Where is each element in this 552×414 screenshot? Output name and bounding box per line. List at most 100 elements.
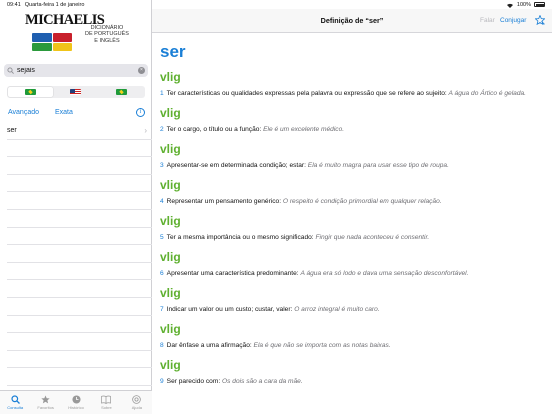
part-of-speech: vlig [160, 106, 181, 120]
search-bar: × [4, 64, 148, 77]
part-of-speech: vlig [160, 214, 181, 228]
definition-text: Dar ênfase a uma afirmação: [166, 342, 252, 349]
empty-row [7, 157, 152, 175]
conjugate-button[interactable]: Conjugar [500, 17, 526, 24]
tab-label: Sobre [101, 405, 112, 410]
definition: 3 Apresentar-se em determinada condição; … [160, 160, 548, 171]
exact-search-link[interactable]: Exata [55, 109, 73, 116]
language-option-en-pt[interactable] [53, 87, 98, 97]
definition: 1 Ter características ou qualidades expre… [160, 88, 548, 99]
tab-historico[interactable]: Histórico [61, 391, 91, 414]
tab-favoritos[interactable]: Favoritos [30, 391, 60, 414]
definition: 2 Ter o cargo, o título ou a função: Ele … [160, 124, 548, 135]
empty-row [7, 192, 152, 210]
battery-icon [534, 2, 545, 7]
definition-number: 9 [160, 378, 164, 385]
tab-sobre[interactable]: Sobre [91, 391, 121, 414]
chevron-right-icon: › [144, 126, 147, 135]
definition-content: ser vlig 1 Ter características ou qualida… [160, 38, 548, 408]
search-icon [7, 67, 14, 74]
part-of-speech: vlig [160, 70, 181, 84]
favorite-star-icon[interactable] [535, 15, 545, 25]
help-icon [132, 395, 142, 404]
definition-number: 8 [160, 342, 164, 349]
result-word: ser [7, 127, 17, 134]
definition-number: 7 [160, 306, 164, 313]
definition: 6 Apresentar uma característica predomina… [160, 268, 548, 279]
definition-example: A água era só lodo e dava uma sensação d… [300, 270, 469, 277]
part-of-speech: vlig [160, 322, 181, 336]
definition-text: Indicar um valor ou um custo; custar, va… [166, 306, 293, 313]
definition-text: Ter a mesma importância ou o mesmo signi… [166, 234, 314, 241]
definition-example: Ele é um excelente médico. [263, 126, 345, 133]
definition-text: Representar um pensamento genérico: [166, 198, 282, 205]
part-of-speech: vlig [160, 142, 181, 156]
definition-number: 4 [160, 198, 164, 205]
clock-icon [71, 395, 81, 404]
tab-label: Favoritos [37, 405, 54, 410]
definition-example: Fingir que nada aconteceu é consentir. [315, 234, 430, 241]
status-time: 09:41 [7, 1, 21, 8]
empty-row [7, 140, 152, 158]
definition: 8 Dar ênfase a uma afirmação: Ela é que n… [160, 340, 548, 351]
definition-number: 1 [160, 90, 164, 97]
michaelis-logo: MICHAELIS DICIONÁRIO DE PORTUGUÊS E INGL… [25, 12, 135, 56]
tab-label: Histórico [68, 405, 84, 410]
definition: 4 Representar um pensamento genérico: O r… [160, 196, 548, 207]
definition: 7 Indicar um valor ou um custo; custar, v… [160, 304, 548, 315]
definition: 5 Ter a mesma importância ou o mesmo sign… [160, 232, 548, 243]
navigation-bar: Definição de “ser” Falar Conjugar [152, 9, 552, 33]
part-of-speech: vlig [160, 358, 181, 372]
definition-text: Ser parecido com: [166, 378, 221, 385]
definition-example: O respeito é condição primordial em qual… [282, 198, 442, 205]
empty-row [7, 298, 152, 316]
logo-flags-icon [32, 33, 72, 51]
definition-number: 3 [160, 162, 164, 169]
language-option-pt-pt[interactable] [99, 87, 144, 97]
empty-row [7, 280, 152, 298]
definition-number: 2 [160, 126, 164, 133]
clear-search-icon[interactable]: × [138, 67, 145, 74]
battery-percent: 100% [516, 1, 531, 8]
usa-flag-icon [70, 89, 82, 95]
empty-row [7, 316, 152, 334]
definition-example: A água do Ártico é gelada. [448, 90, 527, 97]
brazil-flag-icon [115, 89, 127, 95]
info-icon[interactable]: i [136, 108, 145, 117]
search-input[interactable] [17, 67, 138, 74]
part-of-speech: vlig [160, 250, 181, 264]
definition-number: 5 [160, 234, 164, 241]
empty-row [7, 175, 152, 193]
list-item[interactable]: ser › [7, 122, 152, 140]
part-of-speech: vlig [160, 286, 181, 300]
results-list: ser › [0, 122, 152, 386]
star-icon [41, 395, 50, 404]
definition-number: 6 [160, 270, 164, 277]
definition: 9 Ser parecido com: Os dois são a cara da… [160, 376, 548, 387]
empty-row [7, 333, 152, 351]
tab-consulta[interactable]: Consulta [0, 391, 30, 414]
entry-word: ser [160, 42, 186, 61]
speak-button[interactable]: Falar [480, 17, 495, 24]
part-of-speech: vlig [160, 178, 181, 192]
language-direction-selector [7, 86, 145, 98]
advanced-search-link[interactable]: Avançado [8, 109, 39, 116]
definition-example: Ela é muito magra para usar esse tipo de… [307, 162, 449, 169]
tab-bar: Consulta Favoritos Histórico Sobre Ajuda [0, 390, 152, 414]
tab-label: Consulta [7, 405, 24, 410]
tab-ajuda[interactable]: Ajuda [122, 391, 152, 414]
empty-row [7, 351, 152, 369]
definition-text: Ter o cargo, o título ou a função: [166, 126, 262, 133]
language-option-pt-en[interactable] [8, 87, 54, 97]
logo-subtitle: DICIONÁRIO DE PORTUGUÊS E INGLÊS [85, 25, 129, 44]
status-bar: 09:41 Quarta-feira 1 de janeiro 100% [0, 0, 552, 9]
empty-row [7, 228, 152, 246]
definition-text: Apresentar uma característica predominan… [166, 270, 299, 277]
definition-example: Ela é que não se importa com as notas ba… [253, 342, 391, 349]
empty-row [7, 210, 152, 228]
definition-text: Ter características ou qualidades expres… [166, 90, 447, 97]
brazil-flag-icon [25, 89, 37, 95]
status-date: Quarta-feira 1 de janeiro [24, 1, 85, 8]
sidebar: MICHAELIS DICIONÁRIO DE PORTUGUÊS E INGL… [0, 0, 152, 414]
tab-label: Ajuda [131, 405, 142, 410]
